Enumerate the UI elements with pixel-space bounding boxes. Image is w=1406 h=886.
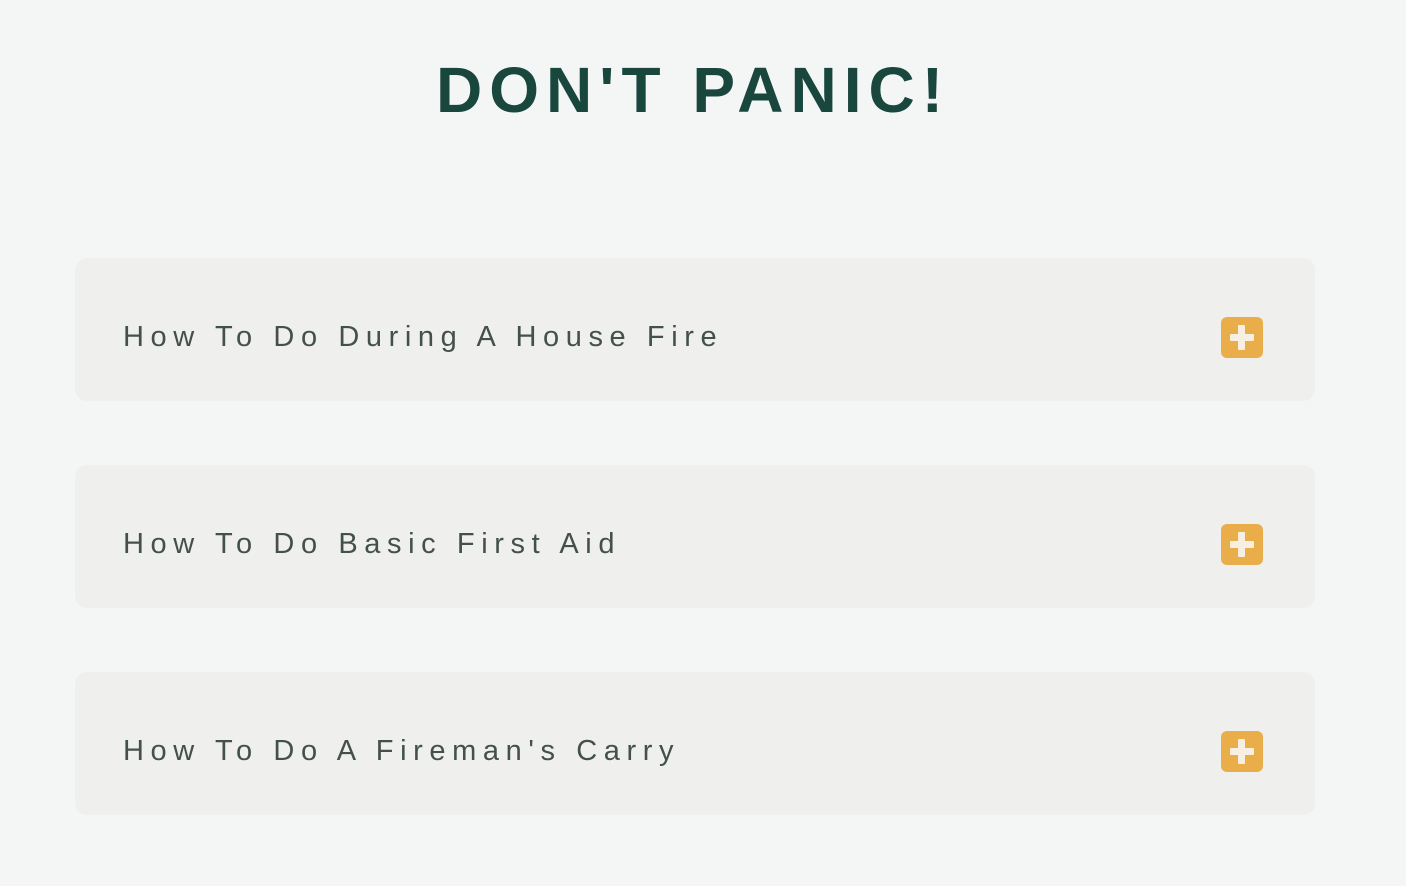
accordion-item-house-fire[interactable]: How To Do During A House Fire xyxy=(75,258,1315,401)
accordion-item-first-aid[interactable]: How To Do Basic First Aid xyxy=(75,465,1315,608)
faq-accordion: How To Do During A House Fire How To Do … xyxy=(75,258,1315,879)
plus-icon[interactable] xyxy=(1221,317,1263,358)
plus-icon[interactable] xyxy=(1221,731,1263,772)
accordion-item-label: How To Do Basic First Aid xyxy=(123,528,622,560)
plus-icon[interactable] xyxy=(1221,524,1263,565)
accordion-item-label: How To Do During A House Fire xyxy=(123,321,724,353)
accordion-item-firemans-carry[interactable]: How To Do A Fireman's Carry xyxy=(75,672,1315,815)
accordion-item-label: How To Do A Fireman's Carry xyxy=(123,735,681,767)
page-title: DON'T PANIC! xyxy=(436,54,950,126)
